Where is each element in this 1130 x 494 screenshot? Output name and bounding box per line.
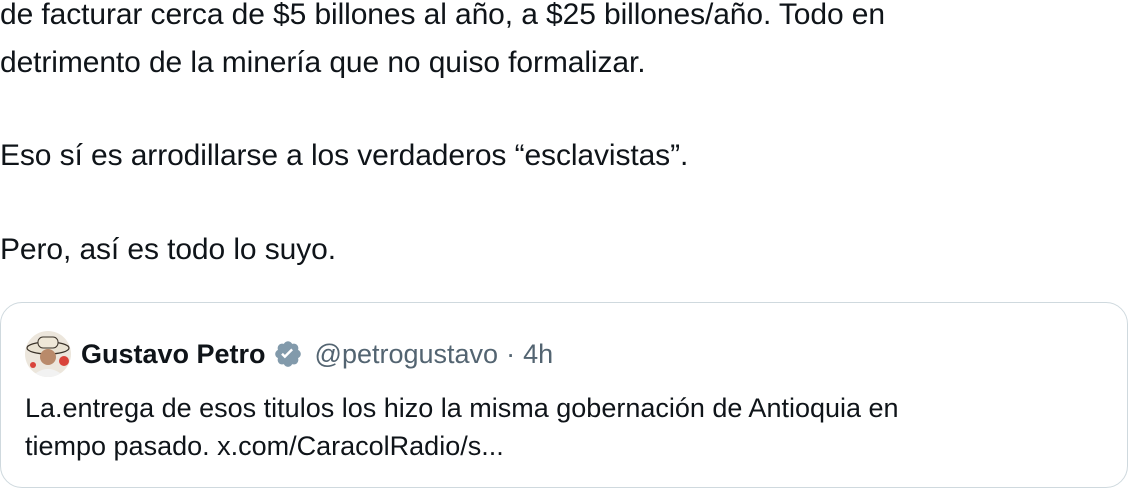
quoted-tweet-text-line: La.entrega de esos titulos los hizo la m… <box>25 393 899 423</box>
tweet-text-line: detrimento de la minería que no quiso fo… <box>0 46 646 79</box>
author-name[interactable]: Gustavo Petro <box>81 339 266 370</box>
timestamp[interactable]: 4h <box>523 339 553 370</box>
avatar[interactable] <box>25 331 71 377</box>
quoted-tweet-card[interactable]: Gustavo Petro @petrogustavo · 4h La.entr… <box>0 302 1128 488</box>
tweet-text-line: Pero, así es todo lo suyo. <box>0 233 336 266</box>
author-handle[interactable]: @petrogustavo <box>315 339 499 370</box>
quoted-tweet-text-line: tiempo pasado. x.com/CaracolRadio/s... <box>25 431 504 461</box>
tweet-text-line: de facturar cerca de $5 billones al año,… <box>0 0 885 31</box>
quoted-tweet-header: Gustavo Petro @petrogustavo · 4h <box>25 331 553 377</box>
tweet-text-line: Eso sí es arrodillarse a los verdaderos … <box>0 139 689 172</box>
separator-dot: · <box>506 338 516 369</box>
verified-badge-icon <box>273 339 303 369</box>
